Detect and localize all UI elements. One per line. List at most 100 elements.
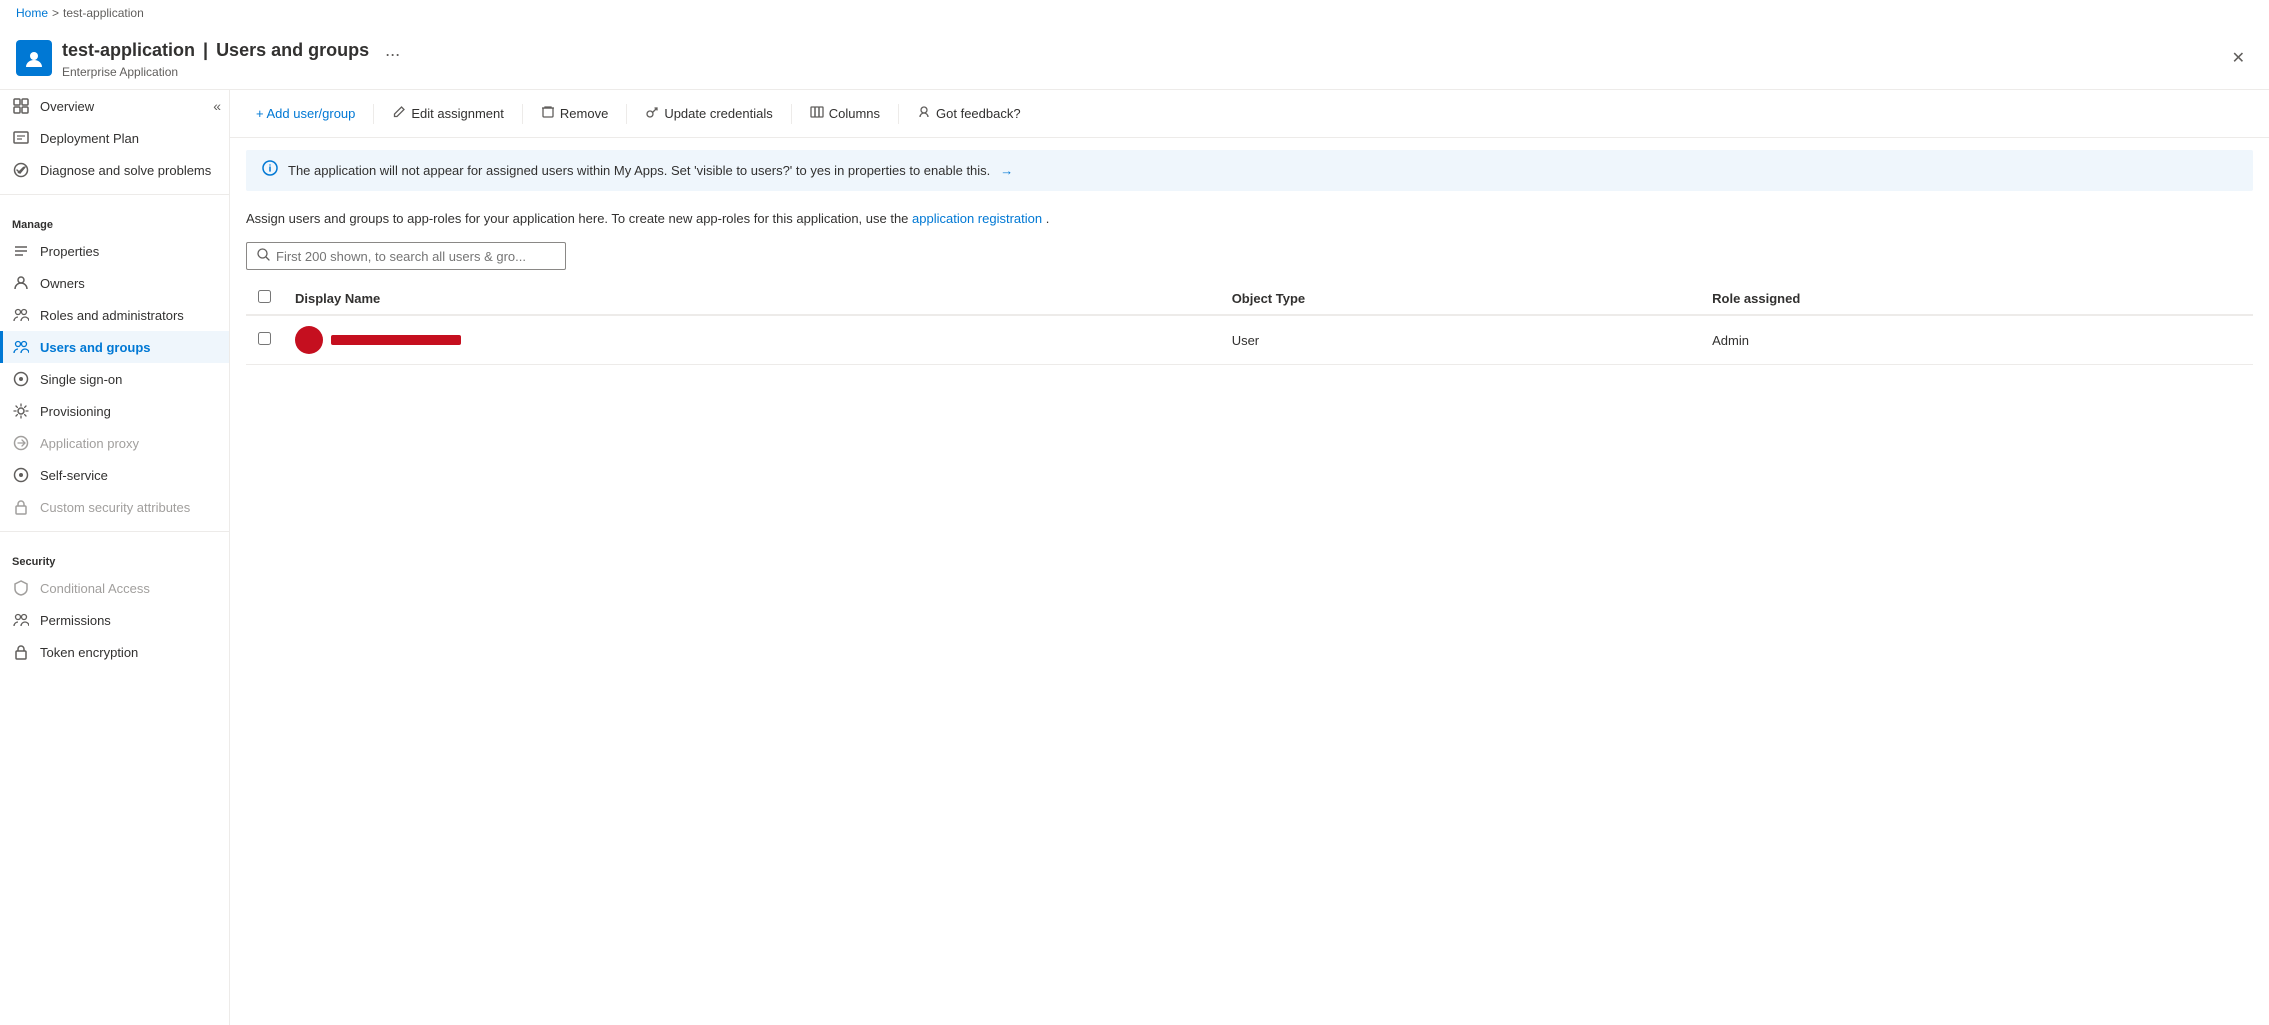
token-encryption-icon xyxy=(12,643,30,661)
owners-icon xyxy=(12,274,30,292)
overview-icon xyxy=(12,97,30,115)
remove-label: Remove xyxy=(560,106,608,121)
header-title-block: test-application | Users and groups ... … xyxy=(62,36,2224,79)
sidebar-item-conditional-access[interactable]: Conditional Access xyxy=(0,572,229,604)
diagnose-icon xyxy=(12,161,30,179)
users-groups-label: Users and groups xyxy=(40,340,151,355)
divider-security xyxy=(0,531,229,532)
header-separator: | xyxy=(203,40,208,61)
edit-assignment-label: Edit assignment xyxy=(411,106,504,121)
sidebar-item-token-encryption[interactable]: Token encryption xyxy=(0,636,229,668)
header-title: test-application | Users and groups ... xyxy=(62,36,2224,65)
roles-label: Roles and administrators xyxy=(40,308,184,323)
table-body: User Admin xyxy=(246,315,2253,365)
custom-security-icon xyxy=(12,498,30,516)
security-section-label: Security xyxy=(0,540,229,572)
info-banner-link[interactable]: → xyxy=(1000,163,1013,178)
app-registration-link[interactable]: application registration xyxy=(912,211,1042,226)
add-user-group-button[interactable]: + Add user/group xyxy=(246,101,365,126)
user-avatar-cell xyxy=(295,326,1208,354)
token-encryption-label: Token encryption xyxy=(40,645,138,660)
main-content: + Add user/group Edit assignment xyxy=(230,90,2269,1025)
sidebar-item-users-groups[interactable]: Users and groups xyxy=(0,331,229,363)
self-service-icon xyxy=(12,466,30,484)
feedback-icon xyxy=(917,105,931,122)
sidebar-item-sso[interactable]: Single sign-on xyxy=(0,363,229,395)
diagnose-label: Diagnose and solve problems xyxy=(40,163,211,178)
description-text: Assign users and groups to app-roles for… xyxy=(230,203,2269,238)
sidebar-item-app-proxy[interactable]: Application proxy xyxy=(0,427,229,459)
search-input[interactable] xyxy=(276,249,555,264)
sidebar-item-roles[interactable]: Roles and administrators xyxy=(0,299,229,331)
sidebar-item-overview[interactable]: Overview xyxy=(0,90,229,122)
sidebar-item-owners[interactable]: Owners xyxy=(0,267,229,299)
overview-label: Overview xyxy=(40,99,94,114)
table-row: User Admin xyxy=(246,315,2253,365)
table-col-role: Role assigned xyxy=(1700,282,2253,315)
toolbar-sep-3 xyxy=(626,104,627,124)
header-subtitle: Enterprise Application xyxy=(62,65,2224,79)
feedback-label: Got feedback? xyxy=(936,106,1021,121)
remove-button[interactable]: Remove xyxy=(531,100,618,127)
top-header: test-application | Users and groups ... … xyxy=(0,26,2269,90)
info-banner-text: The application will not appear for assi… xyxy=(288,163,990,178)
users-groups-icon xyxy=(12,338,30,356)
search-bar xyxy=(246,242,566,270)
sso-icon xyxy=(12,370,30,388)
row-checkbox[interactable] xyxy=(258,332,271,345)
table-header: Display Name Object Type Role assigned xyxy=(246,282,2253,315)
edit-assignment-button[interactable]: Edit assignment xyxy=(382,100,514,127)
key-icon xyxy=(645,105,659,122)
table-col-display-name: Display Name xyxy=(283,282,1220,315)
sidebar-item-properties[interactable]: Properties xyxy=(0,235,229,267)
edit-icon xyxy=(392,105,406,122)
sidebar-item-diagnose[interactable]: Diagnose and solve problems xyxy=(0,154,229,186)
layout: « Overview Deployment Plan xyxy=(0,90,2269,1025)
permissions-label: Permissions xyxy=(40,613,111,628)
properties-label: Properties xyxy=(40,244,99,259)
remove-icon xyxy=(541,105,555,122)
description-suffix: . xyxy=(1046,211,1050,226)
toolbar-sep-4 xyxy=(791,104,792,124)
conditional-access-label: Conditional Access xyxy=(40,581,150,596)
update-credentials-button[interactable]: Update credentials xyxy=(635,100,782,127)
more-button[interactable]: ... xyxy=(377,36,408,65)
app-proxy-icon xyxy=(12,434,30,452)
deployment-label: Deployment Plan xyxy=(40,131,139,146)
breadcrumb-home[interactable]: Home xyxy=(16,6,48,20)
columns-button[interactable]: Columns xyxy=(800,100,890,127)
permissions-icon xyxy=(12,611,30,629)
table-col-object-type: Object Type xyxy=(1220,282,1700,315)
table-col-check xyxy=(246,282,283,315)
toolbar: + Add user/group Edit assignment xyxy=(230,90,2269,138)
redacted-name xyxy=(331,335,461,345)
custom-security-label: Custom security attributes xyxy=(40,500,190,515)
user-avatar xyxy=(295,326,323,354)
sidebar-item-custom-security[interactable]: Custom security attributes xyxy=(0,491,229,523)
provisioning-label: Provisioning xyxy=(40,404,111,419)
deployment-icon xyxy=(12,129,30,147)
row-display-name-cell xyxy=(283,315,1220,365)
breadcrumb: Home > test-application xyxy=(0,0,2269,26)
app-avatar xyxy=(16,40,52,76)
search-icon xyxy=(257,248,270,264)
description-prefix: Assign users and groups to app-roles for… xyxy=(246,211,912,226)
feedback-button[interactable]: Got feedback? xyxy=(907,100,1031,127)
close-button[interactable]: ✕ xyxy=(2224,44,2253,72)
breadcrumb-separator: > xyxy=(52,6,59,20)
provisioning-icon xyxy=(12,402,30,420)
sidebar-item-deployment[interactable]: Deployment Plan xyxy=(0,122,229,154)
columns-icon xyxy=(810,105,824,122)
sidebar-item-provisioning[interactable]: Provisioning xyxy=(0,395,229,427)
conditional-access-icon xyxy=(12,579,30,597)
sidebar: « Overview Deployment Plan xyxy=(0,90,230,1025)
divider-manage xyxy=(0,194,229,195)
sidebar-item-self-service[interactable]: Self-service xyxy=(0,459,229,491)
info-icon xyxy=(262,160,278,181)
properties-icon xyxy=(12,242,30,260)
page-title: Users and groups xyxy=(216,40,369,61)
sidebar-item-permissions[interactable]: Permissions xyxy=(0,604,229,636)
row-checkbox-cell xyxy=(246,315,283,365)
select-all-checkbox[interactable] xyxy=(258,290,271,303)
table-container: Display Name Object Type Role assigned xyxy=(230,282,2269,365)
